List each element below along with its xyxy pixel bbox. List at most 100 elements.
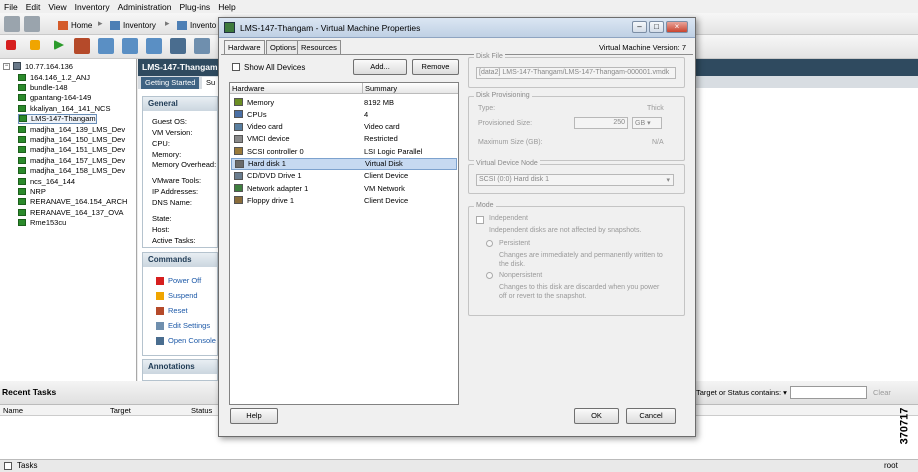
provisioned-size-label: Provisioned Size: <box>478 120 533 127</box>
hardware-row[interactable]: Video card Video card <box>231 121 457 133</box>
tree-item[interactable]: gpantang-164-149 <box>18 93 91 103</box>
menu-edit[interactable]: Edit <box>26 2 41 12</box>
nav-home[interactable]: Home <box>71 21 92 30</box>
status-bar: Tasks root <box>0 459 918 472</box>
tree-item[interactable]: bundle-148 <box>18 82 68 92</box>
help-button[interactable]: Help <box>230 408 278 424</box>
revert-snapshot-icon[interactable] <box>122 38 138 54</box>
column-target[interactable]: Target <box>110 406 131 415</box>
menu-file[interactable]: File <box>4 2 18 12</box>
edit-settings-icon[interactable] <box>194 38 210 54</box>
tree-item[interactable]: LMS-147-Thangam <box>18 113 97 124</box>
edit-settings-command[interactable]: Edit Settings <box>156 321 210 330</box>
menu-view[interactable]: View <box>48 2 66 12</box>
filter-label[interactable]: Target or Status contains: ▾ <box>696 388 787 397</box>
close-icon[interactable]: × <box>666 21 688 33</box>
tab-options[interactable]: Options <box>266 40 300 54</box>
reset-command[interactable]: Reset <box>156 306 188 315</box>
power-off-icon[interactable] <box>6 40 16 50</box>
inventory-tree: − 10.77.164.136 164.146_1.2_ANJ bundle-14… <box>0 59 137 381</box>
tree-item[interactable]: RERANAVE_164_137_OVA <box>18 207 124 217</box>
column-hardware[interactable]: Hardware <box>232 84 265 93</box>
show-all-devices-label: Show All Devices <box>244 63 306 72</box>
collapse-icon[interactable]: − <box>3 62 10 70</box>
menu-help[interactable]: Help <box>218 2 235 12</box>
disk-provisioning-legend: Disk Provisioning <box>474 92 532 99</box>
tab-resources[interactable]: Resources <box>297 40 341 54</box>
hardware-row[interactable]: Floppy drive 1 Client Device <box>231 194 457 206</box>
tree-item[interactable]: kkaliyan_164_141_NCS <box>18 103 110 113</box>
tasks-button[interactable]: Tasks <box>17 461 37 470</box>
ok-button[interactable]: OK <box>574 408 619 424</box>
commands-section: Commands Power Off Suspend Reset Edit Se… <box>142 252 218 356</box>
column-status[interactable]: Status <box>191 406 212 415</box>
nonpersistent-radio[interactable] <box>486 272 493 279</box>
provisioned-unit-select[interactable]: GB ▾ <box>632 117 662 129</box>
tree-item[interactable]: Rme153cu <box>18 218 66 228</box>
hardware-row[interactable]: CPUs 4 <box>231 108 457 120</box>
persistent-radio[interactable] <box>486 240 493 247</box>
console-icon <box>156 336 164 345</box>
snapshot-manager-icon[interactable] <box>146 38 162 54</box>
power-off-command[interactable]: Power Off <box>156 276 201 285</box>
hardware-row[interactable]: SCSI controller 0 LSI Logic Parallel <box>231 145 457 157</box>
nav-inventory[interactable]: Inventory <box>123 21 156 30</box>
general-field-label: Memory Overhead: <box>152 160 217 169</box>
show-all-devices-checkbox[interactable] <box>232 63 240 71</box>
nonpersistent-description-2: off or revert to the snapshot. <box>499 293 587 300</box>
breadcrumb-separator: ▸ <box>98 18 103 28</box>
maximize-icon[interactable]: □ <box>649 21 664 33</box>
general-field-label: VMware Tools: <box>152 176 202 185</box>
tree-item[interactable]: madjha_164_151_LMS_Dev <box>18 145 125 155</box>
column-summary[interactable]: Summary <box>365 84 397 93</box>
suspend-icon[interactable] <box>30 40 40 50</box>
tree-item[interactable]: madjha_164_150_LMS_Dev <box>18 134 125 144</box>
hardware-row[interactable]: Network adapter 1 VM Network <box>231 182 457 194</box>
reset-icon[interactable] <box>74 38 90 54</box>
menu-inventory[interactable]: Inventory <box>75 2 110 12</box>
persistent-label: Persistent <box>499 240 531 247</box>
tab-hardware[interactable]: Hardware <box>224 40 265 55</box>
nav-inventory-trunc[interactable]: Invento <box>190 21 216 30</box>
hardware-summary: LSI Logic Parallel <box>364 146 423 156</box>
clear-button[interactable]: Clear <box>873 388 891 397</box>
menu-administration[interactable]: Administration <box>118 2 172 12</box>
tree-item[interactable]: ncs_164_144 <box>18 176 75 186</box>
tree-item[interactable]: madjha_164_139_LMS_Dev <box>18 124 125 134</box>
tree-root[interactable]: − 10.77.164.136 <box>3 61 73 71</box>
disk-file-field[interactable]: [data2] LMS-147-Thangam/LMS-147-Thangam-… <box>476 67 676 79</box>
cancel-button[interactable]: Cancel <box>626 408 676 424</box>
filter-input[interactable] <box>790 386 867 399</box>
type-label: Type: <box>478 105 496 112</box>
hardware-row[interactable]: Memory 8192 MB <box>231 96 457 108</box>
tree-root-label: 10.77.164.136 <box>25 61 73 71</box>
hardware-row[interactable]: Hard disk 1 Virtual Disk <box>231 157 457 170</box>
back-icon[interactable] <box>4 16 20 32</box>
remove-button[interactable]: Remove <box>412 59 459 75</box>
tree-item[interactable]: madjha_164_157_LMS_Dev <box>18 155 125 165</box>
tree-item[interactable]: 164.146_1.2_ANJ <box>18 72 90 82</box>
virtual-device-node-select[interactable]: SCSI (0:0) Hard disk 1 ▾ <box>476 174 674 186</box>
chevron-down-icon: ▾ <box>666 177 670 184</box>
provisioned-size-input[interactable]: 250 <box>574 117 628 129</box>
hardware-summary: Restricted <box>364 134 398 144</box>
console-icon[interactable] <box>170 38 186 54</box>
add-button[interactable]: Add... <box>353 59 407 75</box>
column-name[interactable]: Name <box>3 406 23 415</box>
snapshot-icon[interactable] <box>98 38 114 54</box>
menu-bar: File Edit View Inventory Administration … <box>0 0 918 13</box>
suspend-command[interactable]: Suspend <box>156 291 198 300</box>
menu-plugins[interactable]: Plug-ins <box>179 2 210 12</box>
power-on-icon[interactable] <box>54 40 64 50</box>
independent-checkbox[interactable] <box>476 216 484 224</box>
tree-item[interactable]: RERANAVE_164.154_ARCH <box>18 197 127 207</box>
forward-icon[interactable] <box>24 16 40 32</box>
tree-item[interactable]: NRP <box>18 186 46 196</box>
hardware-row[interactable]: VMCI device Restricted <box>231 133 457 145</box>
tab-getting-started[interactable]: Getting Started <box>141 77 200 89</box>
tab-summary[interactable]: Su <box>202 77 220 89</box>
minimize-icon[interactable]: – <box>632 21 647 33</box>
open-console-command[interactable]: Open Console <box>156 336 216 345</box>
hardware-row[interactable]: CD/DVD Drive 1 Client Device <box>231 170 457 182</box>
tree-item[interactable]: madjha_164_158_LMS_Dev <box>18 166 125 176</box>
